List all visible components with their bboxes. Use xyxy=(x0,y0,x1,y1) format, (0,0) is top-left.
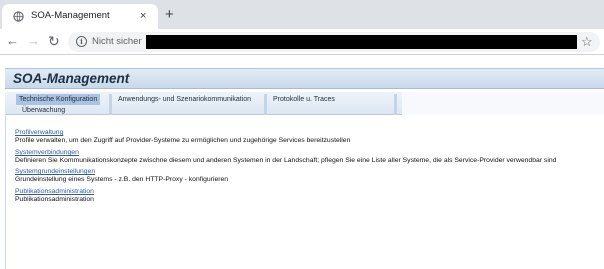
browser-tab[interactable]: SOA-Management × xyxy=(2,4,158,29)
tabbar-empty-area xyxy=(402,92,604,115)
tab-technische-konfiguration[interactable]: Technische Konfiguration xyxy=(16,94,101,105)
address-bar[interactable]: i Nicht sicher ☆ xyxy=(68,32,600,52)
tab-protokolle-traces[interactable]: Protokolle u. Traces xyxy=(270,94,338,105)
bookmark-star-icon[interactable]: ☆ xyxy=(581,33,593,50)
reload-icon[interactable]: ↻ xyxy=(48,33,60,49)
url-redacted[interactable] xyxy=(146,35,577,49)
desc-profilverwaltung: Profile verwalten, um den Zugriff auf Pr… xyxy=(15,137,351,144)
tab-separator xyxy=(394,94,397,115)
app-tabbar: Technische Konfiguration Anwendungs- und… xyxy=(5,92,604,115)
close-tab-icon[interactable]: × xyxy=(140,9,146,23)
forward-arrow-icon[interactable]: → xyxy=(27,33,40,49)
browser-tabstrip: SOA-Management × + xyxy=(0,0,604,29)
browser-toolbar: ← → ↻ i Nicht sicher ☆ xyxy=(0,29,604,55)
tab-separator xyxy=(264,94,267,115)
app-header: SOA-Management xyxy=(5,68,604,89)
page-content: SOA-Management Technische Konfiguration … xyxy=(0,56,604,269)
page-title: SOA-Management xyxy=(13,71,130,86)
browser-tab-title: SOA-Management xyxy=(31,10,110,21)
tab-separator xyxy=(109,94,112,115)
globe-icon xyxy=(13,11,24,22)
main-content: Profilverwaltung Profile verwalten, um d… xyxy=(5,116,604,269)
info-icon[interactable]: i xyxy=(76,36,87,47)
desc-systemgrundeinstellungen: Grundeinstellung eines Systems - z.B. de… xyxy=(15,176,229,183)
back-arrow-icon[interactable]: ← xyxy=(6,33,19,49)
security-status[interactable]: Nicht sicher xyxy=(92,36,142,47)
tab-anwendungs-szenariokommunikation[interactable]: Anwendungs- und Szenariokommunikation xyxy=(115,94,254,105)
new-tab-icon[interactable]: + xyxy=(165,7,174,22)
desc-systemverbindungen: Definieren Sie Kommunikationskonzepte zw… xyxy=(15,157,557,164)
desc-publikationsadministration: Publikationsadministration xyxy=(15,196,94,203)
tab-ueberwachung[interactable]: Überwachung xyxy=(19,105,68,116)
